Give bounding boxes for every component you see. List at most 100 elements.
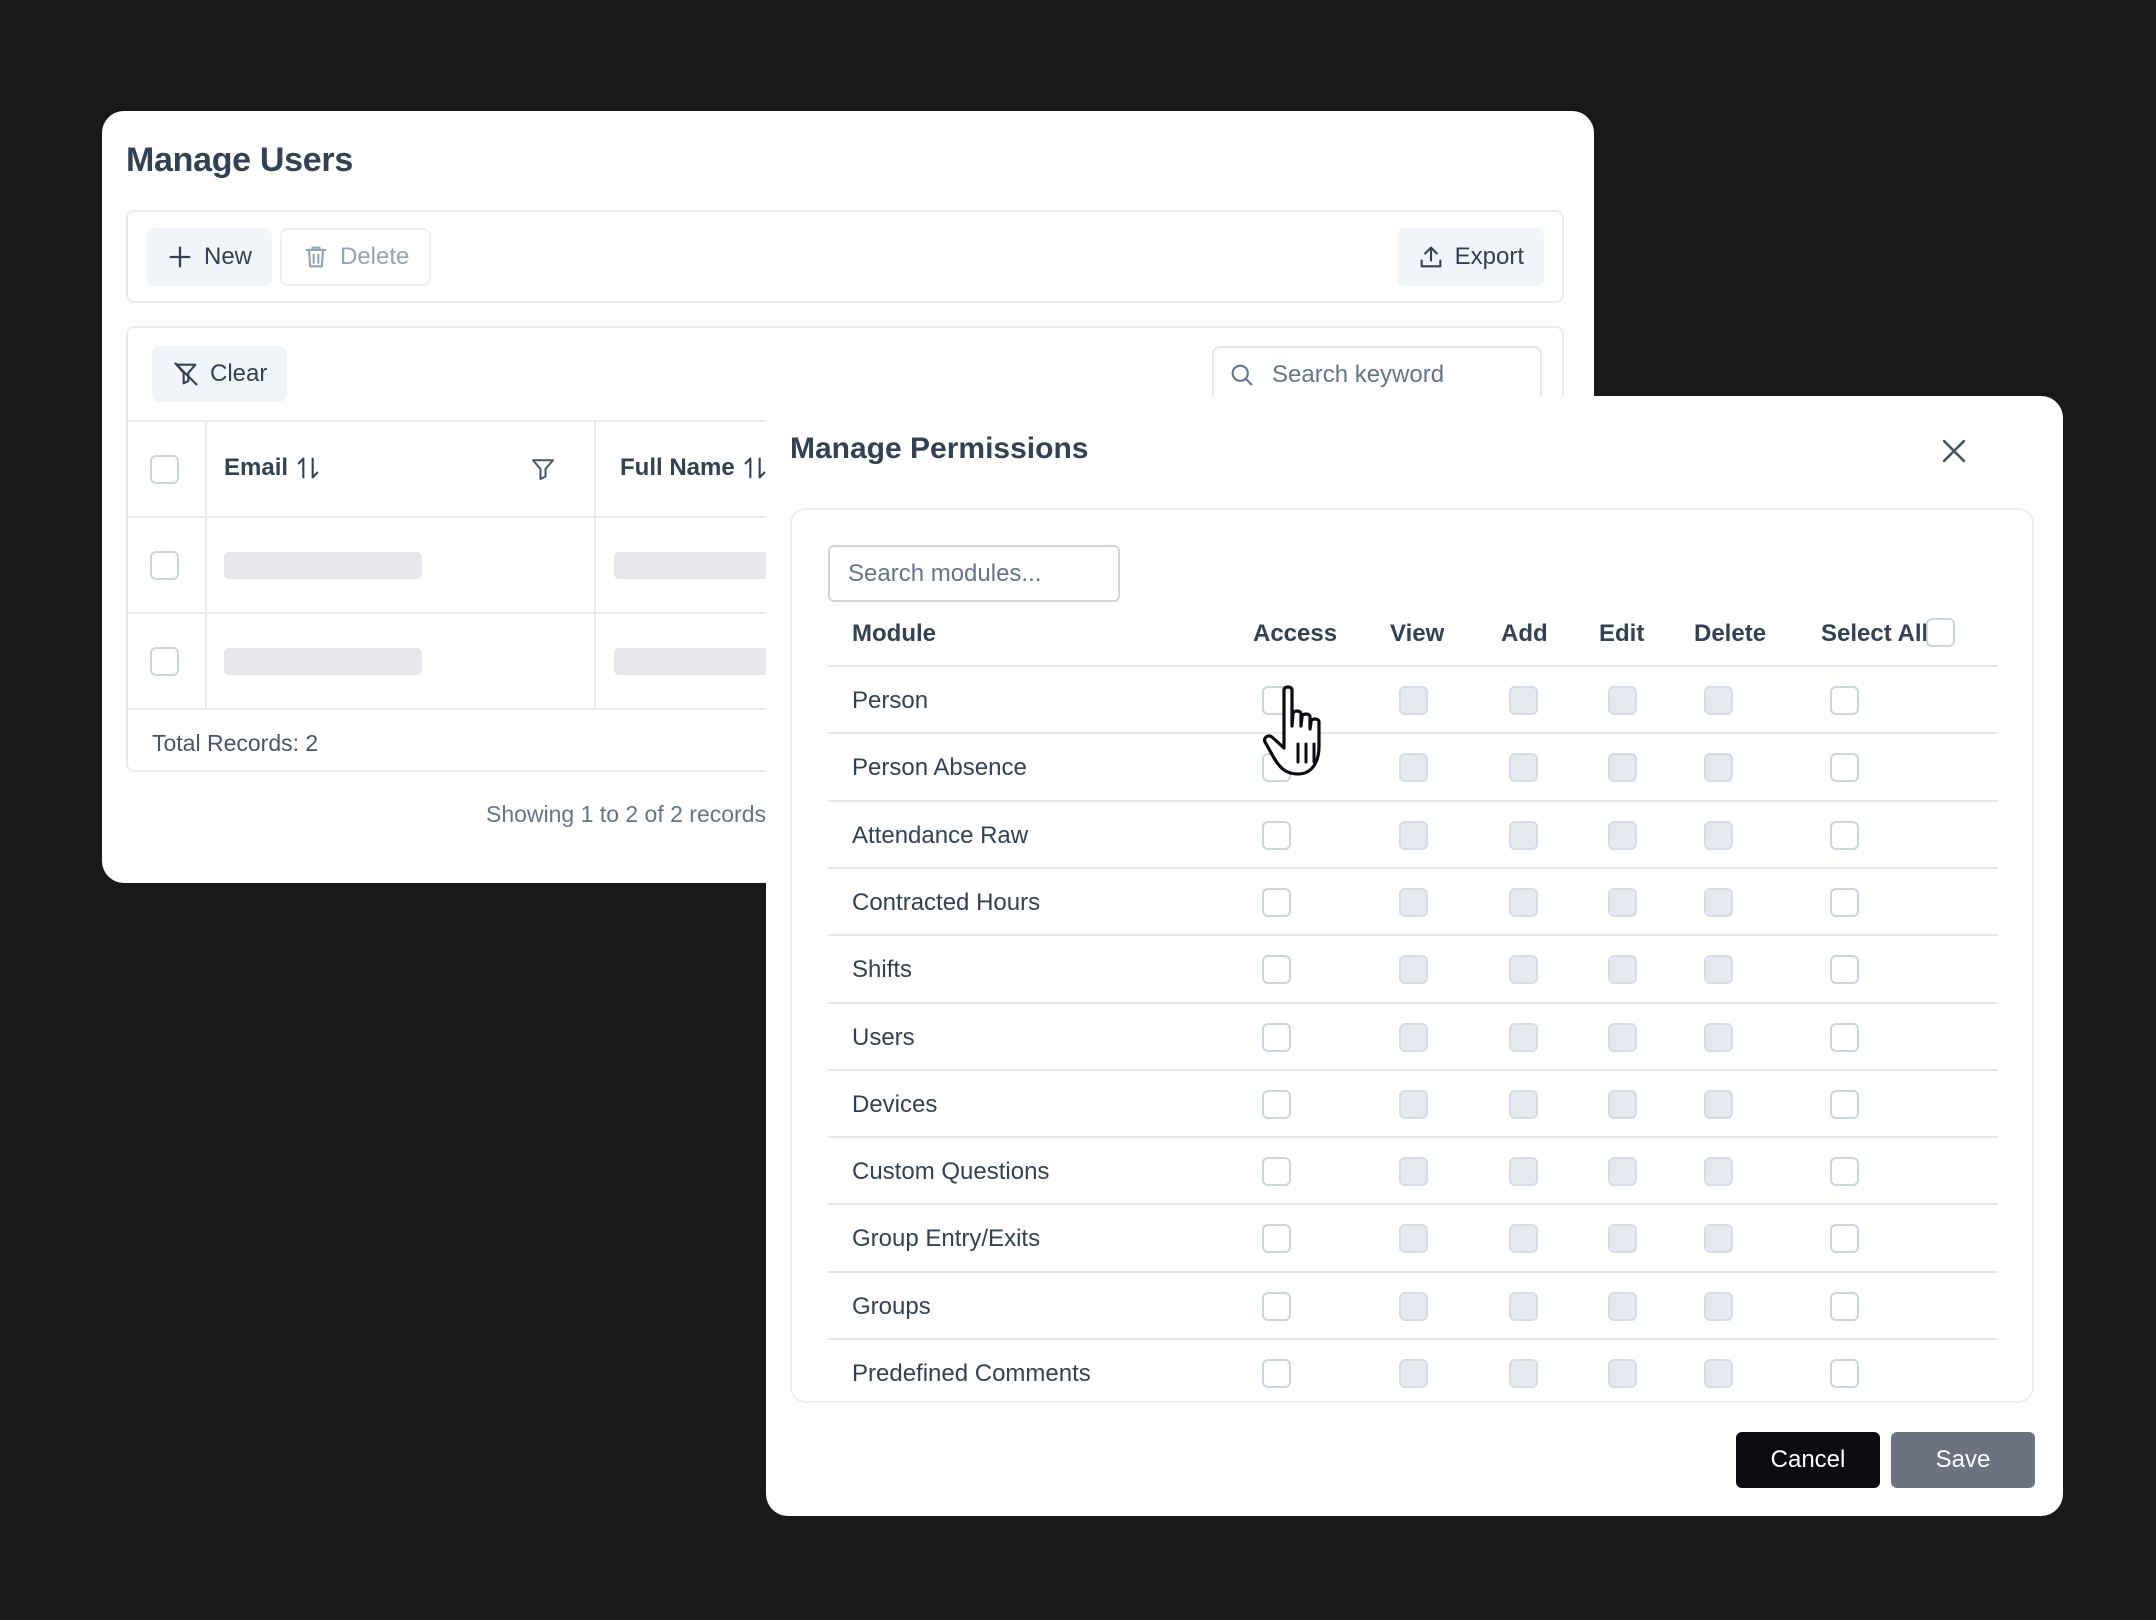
- add-checkbox[interactable]: [1509, 686, 1538, 715]
- plus-icon: [169, 246, 191, 268]
- column-header-email[interactable]: Email: [224, 454, 322, 482]
- module-name: Shifts: [852, 956, 913, 984]
- select-all-row-checkbox[interactable]: [1830, 1157, 1859, 1187]
- edit-checkbox[interactable]: [1608, 955, 1637, 985]
- add-checkbox[interactable]: [1509, 1224, 1538, 1254]
- module-name: Contracted Hours: [852, 888, 1041, 916]
- new-button[interactable]: New: [146, 228, 273, 286]
- select-all-row-checkbox[interactable]: [1830, 686, 1859, 715]
- access-checkbox[interactable]: [1262, 820, 1291, 850]
- upload-icon: [1420, 246, 1442, 268]
- column-divider: [205, 420, 207, 708]
- view-checkbox[interactable]: [1399, 1022, 1428, 1052]
- select-all-row-checkbox[interactable]: [1830, 1359, 1859, 1388]
- select-all-checkbox[interactable]: [1926, 618, 1955, 647]
- select-all-row-checkbox[interactable]: [1830, 887, 1859, 917]
- module-name: Person Absence: [852, 754, 1027, 782]
- clear-button-label: Clear: [210, 360, 268, 387]
- access-checkbox[interactable]: [1262, 955, 1291, 985]
- add-checkbox[interactable]: [1509, 955, 1538, 985]
- add-checkbox[interactable]: [1509, 1359, 1538, 1388]
- view-checkbox[interactable]: [1399, 753, 1428, 783]
- add-checkbox[interactable]: [1509, 1157, 1538, 1187]
- add-checkbox[interactable]: [1509, 820, 1538, 850]
- edit-checkbox[interactable]: [1608, 887, 1637, 917]
- edit-checkbox[interactable]: [1608, 1224, 1637, 1254]
- view-checkbox[interactable]: [1399, 1224, 1428, 1254]
- column-header-delete: Delete: [1694, 620, 1767, 647]
- view-checkbox[interactable]: [1399, 887, 1428, 917]
- search-modules-input[interactable]: [828, 545, 1120, 602]
- delete-checkbox[interactable]: [1704, 887, 1733, 917]
- access-checkbox[interactable]: [1262, 887, 1291, 917]
- view-checkbox[interactable]: [1399, 1089, 1428, 1119]
- view-checkbox[interactable]: [1399, 820, 1428, 850]
- close-icon[interactable]: [1937, 434, 1971, 468]
- delete-checkbox[interactable]: [1704, 1224, 1733, 1254]
- access-checkbox[interactable]: [1262, 1157, 1291, 1187]
- permission-row: Person: [828, 665, 1998, 732]
- clear-filter-button[interactable]: Clear: [152, 346, 288, 402]
- select-all-row-checkbox[interactable]: [1830, 1224, 1859, 1254]
- view-checkbox[interactable]: [1399, 1359, 1428, 1388]
- select-all-row-checkbox[interactable]: [1830, 753, 1859, 783]
- access-checkbox[interactable]: [1262, 1224, 1291, 1254]
- edit-checkbox[interactable]: [1608, 1291, 1637, 1321]
- users-toolbar: New Delete Export: [126, 210, 1564, 303]
- edit-checkbox[interactable]: [1608, 686, 1637, 715]
- delete-checkbox[interactable]: [1704, 820, 1733, 850]
- page-title: Manage Users: [126, 141, 353, 179]
- add-checkbox[interactable]: [1509, 1089, 1538, 1119]
- delete-checkbox[interactable]: [1704, 686, 1733, 715]
- row-checkbox[interactable]: [150, 551, 179, 580]
- manage-permissions-modal: Manage Permissions Module Access View Ad…: [766, 396, 2063, 1516]
- add-checkbox[interactable]: [1509, 753, 1538, 783]
- select-all-row-checkbox[interactable]: [1830, 955, 1859, 985]
- select-all-rows-checkbox[interactable]: [150, 455, 179, 484]
- delete-checkbox[interactable]: [1704, 955, 1733, 985]
- loading-skeleton: [224, 648, 422, 675]
- view-checkbox[interactable]: [1399, 1157, 1428, 1187]
- delete-checkbox[interactable]: [1704, 1157, 1733, 1187]
- column-header-full-name[interactable]: Full Name: [620, 454, 769, 482]
- delete-checkbox[interactable]: [1704, 1291, 1733, 1321]
- delete-button[interactable]: Delete: [280, 228, 432, 286]
- delete-checkbox[interactable]: [1704, 1089, 1733, 1119]
- edit-checkbox[interactable]: [1608, 820, 1637, 850]
- column-header-select-all: Select All: [1821, 620, 1929, 647]
- edit-checkbox[interactable]: [1608, 753, 1637, 783]
- access-checkbox[interactable]: [1262, 1291, 1291, 1321]
- select-all-row-checkbox[interactable]: [1830, 1089, 1859, 1119]
- add-checkbox[interactable]: [1509, 1022, 1538, 1052]
- permission-row: Groups: [828, 1270, 1998, 1338]
- access-checkbox[interactable]: [1262, 1089, 1291, 1119]
- add-checkbox[interactable]: [1509, 887, 1538, 917]
- filter-icon[interactable]: [528, 454, 558, 484]
- export-button[interactable]: Export: [1396, 228, 1544, 286]
- access-checkbox[interactable]: [1262, 1022, 1291, 1052]
- select-all-row-checkbox[interactable]: [1830, 1291, 1859, 1321]
- row-checkbox[interactable]: [150, 647, 179, 676]
- edit-checkbox[interactable]: [1608, 1089, 1637, 1119]
- select-all-row-checkbox[interactable]: [1830, 1022, 1859, 1052]
- view-checkbox[interactable]: [1399, 955, 1428, 985]
- delete-checkbox[interactable]: [1704, 753, 1733, 783]
- add-checkbox[interactable]: [1509, 1291, 1538, 1321]
- view-checkbox[interactable]: [1399, 1291, 1428, 1321]
- cancel-button[interactable]: Cancel: [1736, 1432, 1880, 1488]
- delete-checkbox[interactable]: [1704, 1022, 1733, 1052]
- edit-checkbox[interactable]: [1608, 1022, 1637, 1052]
- access-checkbox[interactable]: [1262, 1359, 1291, 1388]
- delete-button-label: Delete: [340, 243, 410, 270]
- new-button-label: New: [204, 243, 253, 270]
- permission-row: Users: [828, 1001, 1998, 1069]
- view-checkbox[interactable]: [1399, 686, 1428, 715]
- delete-checkbox[interactable]: [1704, 1359, 1733, 1388]
- column-header-add: Add: [1501, 620, 1548, 647]
- save-button[interactable]: Save: [1891, 1432, 2035, 1488]
- module-name: Custom Questions: [852, 1158, 1050, 1186]
- edit-checkbox[interactable]: [1608, 1157, 1637, 1187]
- loading-skeleton: [224, 552, 422, 579]
- edit-checkbox[interactable]: [1608, 1359, 1637, 1388]
- select-all-row-checkbox[interactable]: [1830, 820, 1859, 850]
